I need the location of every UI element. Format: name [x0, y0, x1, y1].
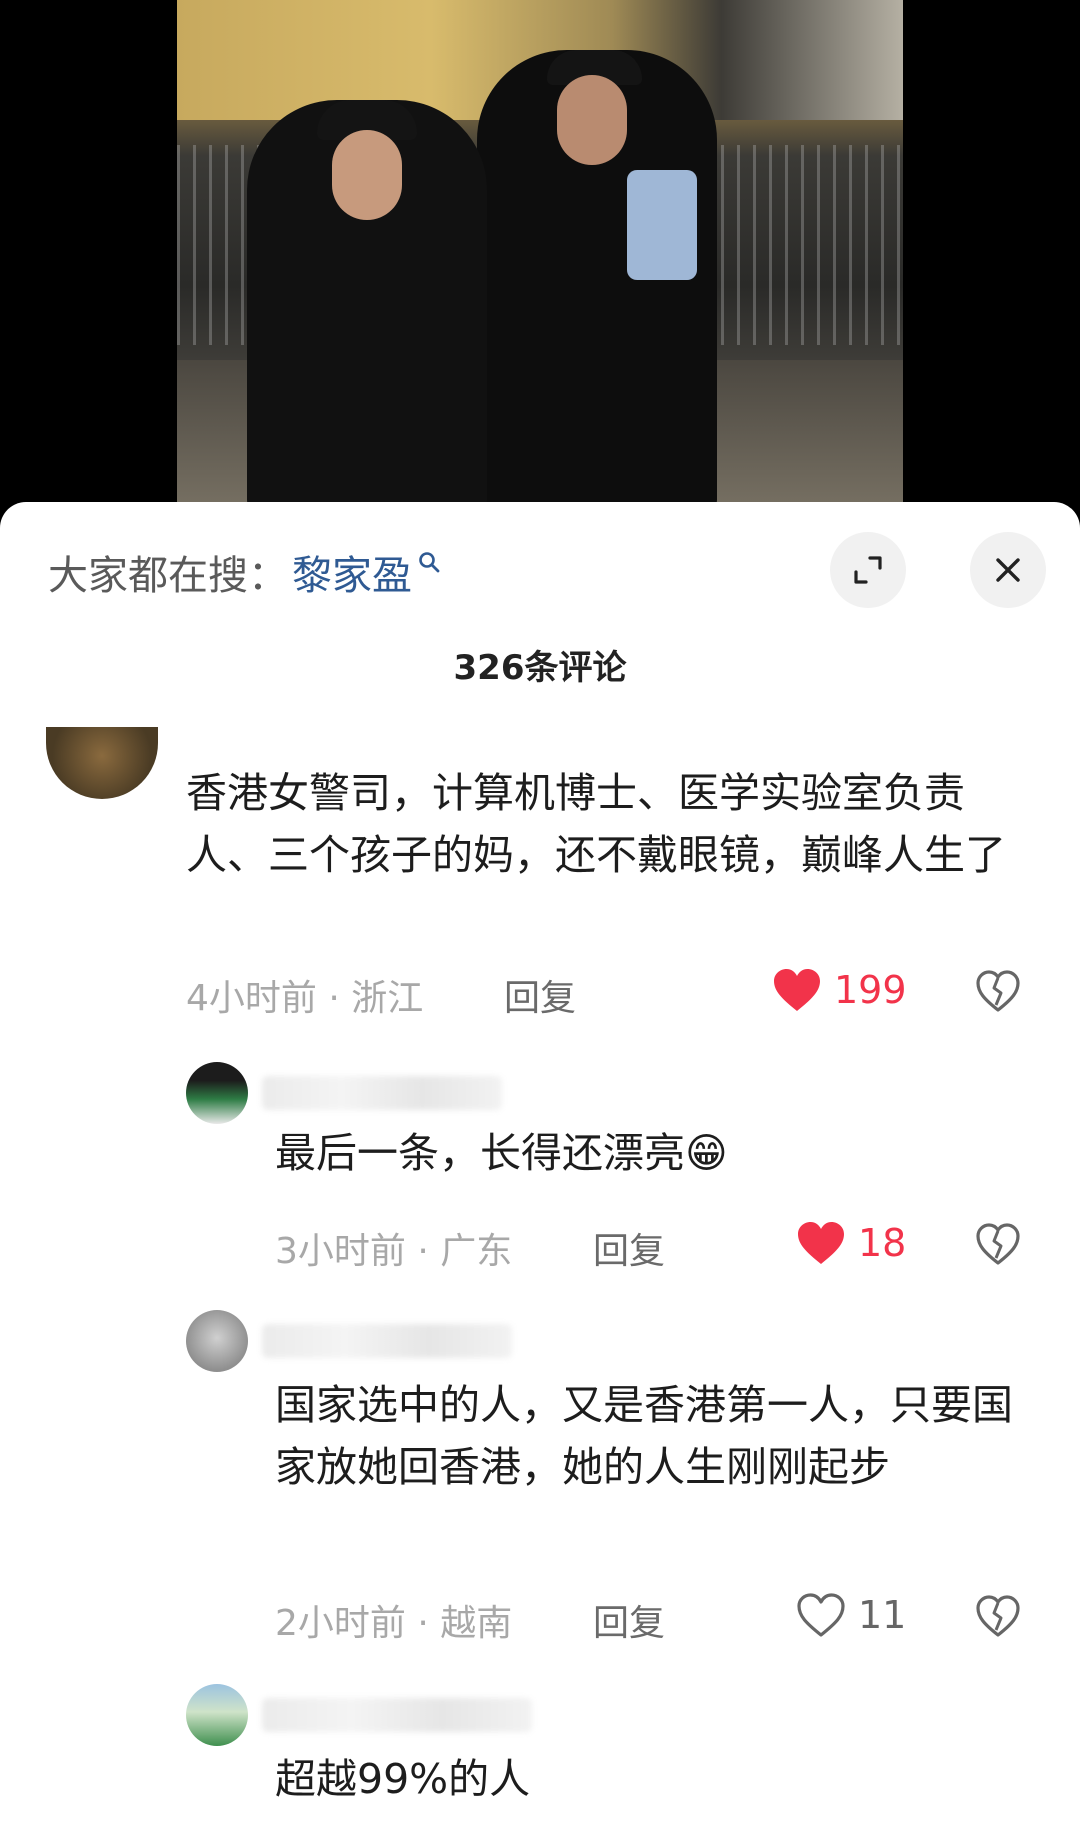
heart-filled-icon: [798, 1222, 844, 1264]
expand-icon: [854, 556, 882, 584]
reply-button[interactable]: 回复: [593, 1594, 665, 1646]
officer-figure-left: [247, 100, 487, 520]
broken-heart-icon[interactable]: [975, 1594, 1021, 1638]
video-frame[interactable]: [0, 0, 1080, 520]
close-button[interactable]: [970, 532, 1046, 608]
comment-item: 香港女警司，计算机博士、医学实验室负责人、三个孩子的妈，还不戴眼镜，巅峰人生了 …: [0, 727, 1080, 1027]
avatar[interactable]: [186, 1310, 248, 1372]
comment-text: 香港女警司，计算机博士、医学实验室负责人、三个孩子的妈，还不戴眼镜，巅峰人生了: [186, 769, 1006, 879]
search-prefix-label: 大家都在搜：: [48, 553, 288, 599]
comment-item: 超越99%的人: [0, 1684, 1080, 1842]
username-blurred[interactable]: [262, 1698, 532, 1732]
comment-count: 326条评论: [453, 648, 627, 688]
comment-item: 国家选中的人，又是香港第一人，只要国家放她回香港，她的人生刚刚起步 2小时前 ·…: [0, 1310, 1080, 1644]
search-icon: [419, 552, 440, 573]
search-suggestion[interactable]: 大家都在搜： 黎家盈: [48, 542, 440, 602]
like-count: 199: [834, 968, 907, 1012]
officer-figure-right: [477, 50, 717, 520]
comment-sheet: 大家都在搜： 黎家盈 326条评论 香港女警司，计算机博士、医学实验室负责人、三…: [0, 502, 1080, 1842]
like-button[interactable]: 199: [772, 967, 907, 1013]
like-count: 11: [858, 1593, 907, 1637]
close-icon: [996, 558, 1020, 582]
avatar[interactable]: [186, 1062, 248, 1124]
comment-text: 最后一条，长得还漂亮😁: [275, 1129, 728, 1177]
like-count: 18: [858, 1221, 907, 1265]
username-blurred[interactable]: [262, 1324, 512, 1358]
comment-item: 最后一条，长得还漂亮😁 3小时前 · 广东 回复 18: [0, 1062, 1080, 1292]
broken-heart-icon[interactable]: [975, 1222, 1021, 1266]
avatar[interactable]: [186, 1684, 248, 1746]
like-button[interactable]: 11: [796, 1592, 906, 1638]
comment-text: 国家选中的人，又是香港第一人，只要国家放她回香港，她的人生刚刚起步: [275, 1381, 1013, 1491]
avatar[interactable]: [46, 727, 158, 799]
expand-button[interactable]: [830, 532, 906, 608]
like-button[interactable]: 18: [796, 1220, 906, 1266]
comment-meta: 3小时前 · 广东: [275, 1231, 513, 1272]
video-photo: [177, 0, 903, 520]
comment-meta: 2小时前 · 越南: [275, 1603, 513, 1644]
broken-heart-icon[interactable]: [975, 969, 1021, 1013]
reply-button[interactable]: 回复: [593, 1222, 665, 1274]
reply-button[interactable]: 回复: [504, 969, 576, 1021]
heart-filled-icon: [774, 969, 820, 1011]
username-blurred[interactable]: [262, 1076, 502, 1110]
heart-outline-icon: [797, 1593, 845, 1637]
comment-meta: 4小时前 · 浙江: [186, 978, 424, 1019]
comment-text: 超越99%的人: [275, 1755, 531, 1803]
search-term-link[interactable]: 黎家盈: [292, 543, 412, 601]
